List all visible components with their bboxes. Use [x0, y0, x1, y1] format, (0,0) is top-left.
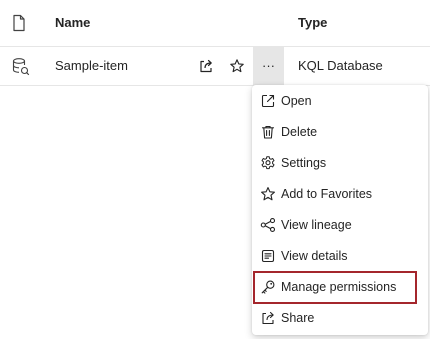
- more-options-button[interactable]: ···: [253, 46, 284, 85]
- share-icon: [260, 310, 276, 326]
- workspace-item-list: Name Type Sample-item ··· KQL Database O…: [0, 0, 430, 339]
- column-header-name[interactable]: Name: [55, 15, 90, 30]
- favorite-button[interactable]: [226, 55, 248, 77]
- menu-item-settings[interactable]: Settings: [252, 148, 428, 179]
- share-icon: [200, 59, 212, 73]
- key-icon: [260, 279, 276, 295]
- menu-item-open[interactable]: Open: [252, 86, 428, 117]
- menu-item-view-lineage[interactable]: View lineage: [252, 210, 428, 241]
- item-type: KQL Database: [298, 58, 383, 73]
- table-row[interactable]: Sample-item ··· KQL Database: [0, 46, 430, 86]
- table-header: Name Type: [0, 0, 430, 47]
- kql-database-icon: [10, 56, 30, 76]
- menu-item-view-details[interactable]: View details: [252, 241, 428, 272]
- lineage-icon: [260, 217, 276, 233]
- menu-item-label: Delete: [281, 125, 318, 139]
- menu-item-add-to-favorites[interactable]: Add to Favorites: [252, 179, 428, 210]
- details-icon: [260, 248, 276, 264]
- file-type-icon: [11, 14, 27, 32]
- trash-icon: [260, 124, 276, 140]
- open-external-icon: [260, 93, 276, 109]
- menu-item-label: View details: [281, 249, 348, 263]
- context-menu: Open Delete Settings Add to Favorites Vi…: [252, 85, 428, 335]
- menu-item-label: Open: [281, 94, 312, 108]
- item-name[interactable]: Sample-item: [55, 58, 128, 73]
- menu-item-label: View lineage: [281, 218, 352, 232]
- menu-item-label: Settings: [281, 156, 327, 170]
- menu-item-label: Add to Favorites: [281, 187, 373, 201]
- gear-icon: [260, 155, 276, 171]
- menu-item-delete[interactable]: Delete: [252, 117, 428, 148]
- menu-item-label: Share: [281, 311, 315, 325]
- menu-item-manage-permissions[interactable]: Manage permissions: [253, 271, 417, 304]
- share-button[interactable]: [195, 55, 217, 77]
- star-icon: [260, 186, 276, 202]
- star-icon: [230, 59, 244, 73]
- column-header-type[interactable]: Type: [298, 15, 327, 30]
- menu-item-share[interactable]: Share: [252, 303, 428, 334]
- menu-item-label: Manage permissions: [281, 280, 397, 294]
